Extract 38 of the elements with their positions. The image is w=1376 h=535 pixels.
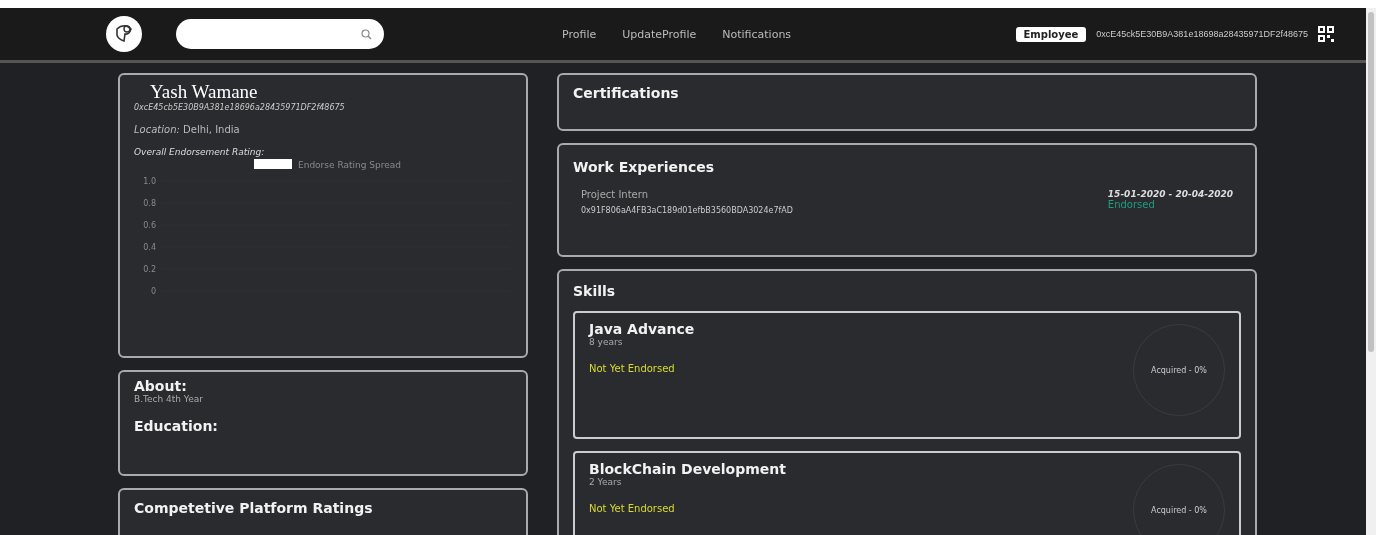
education-heading: Education: bbox=[134, 418, 219, 434]
endorsement-status: Endorsed bbox=[1107, 199, 1156, 210]
user-name: Yash Wamane bbox=[150, 81, 259, 103]
date-range: 15-01-2020 - 20-04-2020 bbox=[1107, 189, 1233, 199]
ratings-heading: Competetive Platform Ratings bbox=[134, 500, 374, 516]
y-axis-label: 0.4 bbox=[143, 243, 156, 252]
location-text: Location: Delhi, India bbox=[134, 124, 241, 135]
endorsement-status: Not Yet Endorsed bbox=[589, 363, 676, 374]
legend-label: Endorse Rating Spread bbox=[298, 160, 401, 170]
y-axis-label: 0.2 bbox=[143, 265, 156, 274]
y-axis-label: 0.6 bbox=[143, 221, 156, 230]
employer-address: 0x91F806aA4FB3aC189d01efbB3560BDA3024e7fAD bbox=[581, 206, 793, 215]
skill-years: 2 Years bbox=[589, 477, 623, 487]
y-axis-label: 0.8 bbox=[143, 199, 156, 208]
search-field[interactable] bbox=[176, 19, 384, 49]
about-text: B.Tech 4th Year bbox=[134, 394, 204, 404]
job-title: Project Intern bbox=[581, 189, 650, 200]
y-axis-label: 1.0 bbox=[143, 177, 156, 186]
search-icon bbox=[361, 28, 372, 40]
work-heading: Work Experiences bbox=[573, 159, 716, 175]
rating-label: Overall Endorsement Rating: bbox=[134, 147, 266, 157]
certifications-heading: Certifications bbox=[573, 85, 680, 101]
about-heading: About: bbox=[134, 378, 188, 394]
nav-link[interactable]: UpdateProfile bbox=[622, 27, 697, 41]
y-axis-label: 0 bbox=[150, 287, 156, 296]
wallet-address: 0xcE45ck5E30B9A381e18698a28435971DF2f48675 bbox=[1096, 29, 1308, 39]
skill-years: 8 years bbox=[589, 337, 624, 347]
role-badge: Employee bbox=[1015, 26, 1087, 42]
qr-code-icon[interactable] bbox=[1318, 26, 1334, 42]
nav-link[interactable]: Notifications bbox=[722, 27, 792, 41]
endorsement-status: Not Yet Endorsed bbox=[589, 503, 676, 514]
skill-name: BlockChain Development bbox=[589, 461, 786, 477]
logo-icon[interactable] bbox=[106, 16, 142, 52]
legend-swatch bbox=[254, 159, 292, 169]
nav-link[interactable]: Profile bbox=[562, 27, 597, 41]
skills-heading: Skills bbox=[573, 283, 617, 299]
user-address: 0xcE45cb5E30B9A381e18696a28435971DF2f48675 bbox=[134, 103, 346, 112]
skill-name: Java Advance bbox=[589, 321, 695, 337]
